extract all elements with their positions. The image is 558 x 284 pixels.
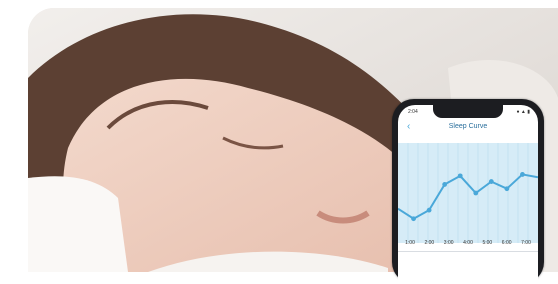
data-point — [426, 207, 432, 213]
x-tick-label: 4:00 — [463, 240, 473, 246]
x-tick-label: 7:00 — [521, 240, 531, 246]
x-tick-label: 5:00 — [482, 240, 493, 246]
chart-divider — [398, 251, 538, 252]
status-icons: ● ▲ ▮ — [516, 109, 531, 115]
phone-notch — [433, 105, 503, 118]
phone-screen: 2:04 ● ▲ ▮ ‹ Sleep Curve 1:00 2:00 3:00 4:0… — [398, 105, 538, 284]
x-tick-label: 6:00 — [501, 240, 512, 246]
phone-device: 2:04 ● ▲ ▮ ‹ Sleep Curve 1:00 2:00 3:00 4:0… — [392, 99, 544, 284]
data-point — [504, 186, 510, 192]
x-axis-ticks: 1:00 2:00 3:00 4:00 5:00 6:00 7:00 — [398, 240, 538, 250]
x-tick-label: 1:00 — [405, 240, 415, 246]
data-point — [442, 182, 448, 187]
nav-bar: ‹ Sleep Curve — [398, 119, 538, 137]
data-point — [488, 179, 494, 184]
data-point — [520, 172, 525, 177]
data-point — [411, 216, 416, 222]
status-time: 2:04 — [408, 109, 418, 115]
x-tick-label: 3:00 — [443, 240, 454, 246]
screen-title: Sleep Curve — [448, 123, 488, 130]
sleep-curve-chart — [398, 143, 538, 243]
x-tick-label: 2:00 — [424, 240, 435, 246]
data-point — [473, 190, 479, 196]
data-point — [457, 173, 463, 179]
